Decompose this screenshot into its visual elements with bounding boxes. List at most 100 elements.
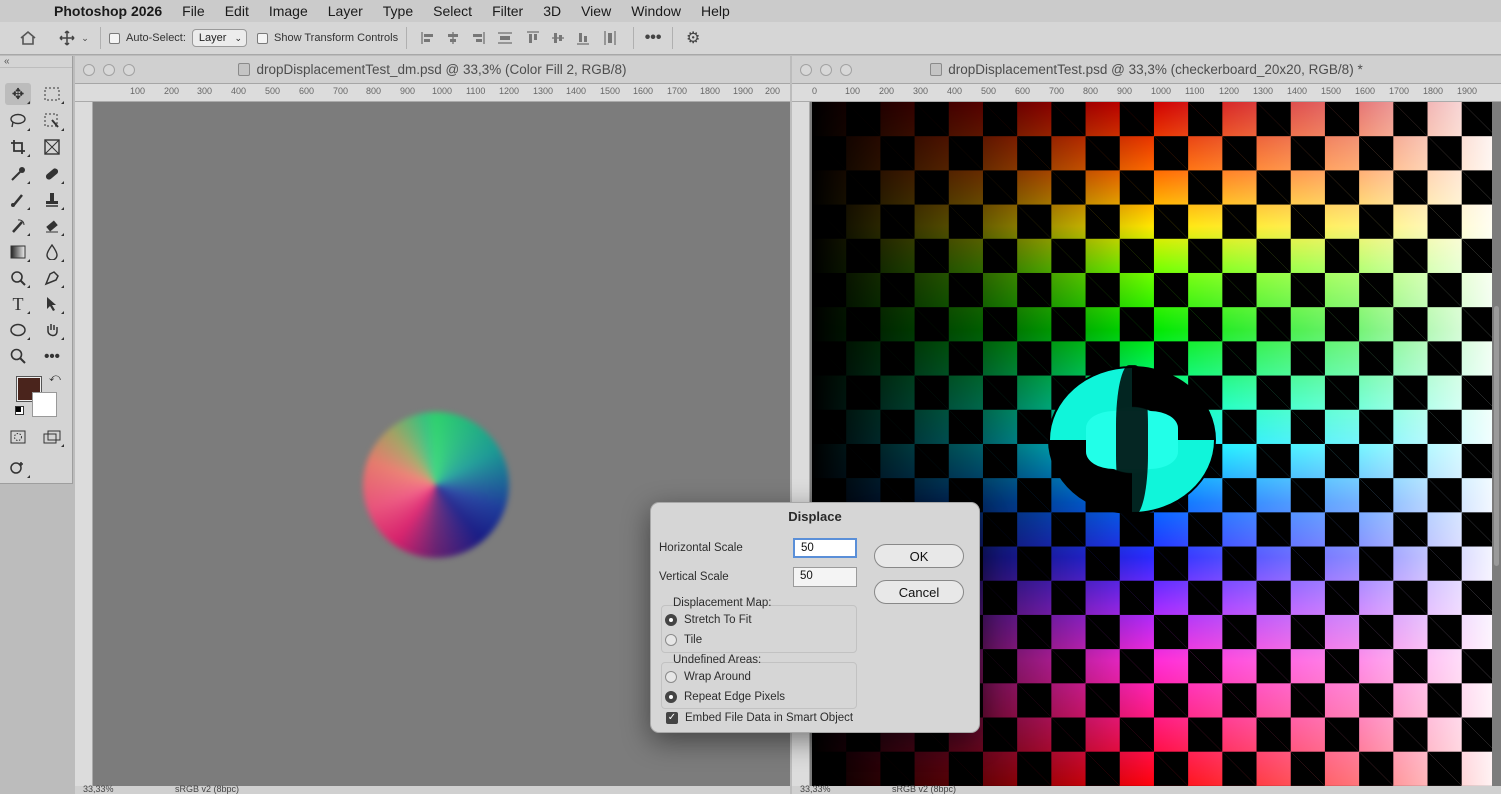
object-selection-icon[interactable]	[39, 110, 65, 132]
ruler-tick: 1300	[1253, 86, 1274, 96]
crop-tool-icon[interactable]	[5, 136, 31, 158]
menu-3d[interactable]: 3D	[543, 3, 561, 19]
tile-radio[interactable]	[665, 634, 677, 646]
vertical-ruler[interactable]	[75, 102, 93, 794]
minimize-window-button[interactable]	[820, 64, 832, 76]
align-top-icon[interactable]	[520, 31, 545, 45]
ruler-tick: 900	[1117, 86, 1133, 96]
horizontal-ruler[interactable]: 100 200 300 400 500 600 700 800 900 1000…	[75, 84, 790, 102]
ellipsis-icon[interactable]: •••	[642, 29, 664, 47]
zoom-window-button[interactable]	[123, 64, 135, 76]
healing-brush-icon[interactable]	[39, 163, 65, 185]
close-window-button[interactable]	[83, 64, 95, 76]
menu-app-name[interactable]: Photoshop 2026	[54, 3, 162, 19]
ok-button[interactable]: OK	[874, 544, 964, 568]
move-tool-icon[interactable]	[56, 30, 78, 46]
align-center-icon[interactable]	[440, 31, 465, 45]
embed-file-data-label[interactable]: Embed File Data in Smart Object	[685, 712, 853, 724]
default-colors-icon[interactable]	[15, 406, 24, 415]
distribute-icon[interactable]	[490, 31, 520, 45]
align-bottom-icon[interactable]	[570, 31, 595, 45]
eraser-icon[interactable]	[39, 215, 65, 237]
ruler-tick: 200	[164, 86, 180, 96]
horizontal-scale-input[interactable]: 50	[793, 538, 857, 558]
more-tools-icon[interactable]: •••	[39, 345, 65, 367]
eyedropper-icon[interactable]	[5, 163, 31, 185]
zoom-level[interactable]: 33,33%	[83, 784, 114, 794]
dodge-tool-icon[interactable]	[5, 267, 31, 289]
displaced-sphere-area	[1048, 365, 1216, 515]
menu-file[interactable]: File	[182, 3, 205, 19]
ellipse-tool-icon[interactable]	[5, 319, 31, 341]
hand-tool-icon[interactable]	[39, 319, 65, 341]
menu-help[interactable]: Help	[701, 3, 730, 19]
blur-tool-icon[interactable]	[39, 241, 65, 263]
cancel-button[interactable]: Cancel	[874, 580, 964, 604]
align-left-icon[interactable]	[415, 31, 440, 45]
zoom-window-button[interactable]	[840, 64, 852, 76]
edit-toolbar-icon[interactable]	[5, 457, 31, 479]
menu-view[interactable]: View	[581, 3, 611, 19]
zoom-level[interactable]: 33,33%	[800, 784, 831, 794]
ruler-tick: 400	[231, 86, 247, 96]
menu-select[interactable]: Select	[433, 3, 472, 19]
quick-mask-icon[interactable]	[5, 426, 31, 448]
chevron-down-icon[interactable]: ⌄	[78, 33, 92, 44]
ruler-tick: 1900	[1457, 86, 1478, 96]
menu-image[interactable]: Image	[269, 3, 308, 19]
repeat-edge-pixels-label[interactable]: Repeat Edge Pixels	[684, 691, 785, 703]
pen-tool-icon[interactable]	[39, 267, 65, 289]
distribute-vertical-icon[interactable]	[595, 30, 625, 46]
stretch-to-fit-label[interactable]: Stretch To Fit	[684, 614, 752, 626]
vertical-scale-label: Vertical Scale	[659, 571, 729, 583]
menu-layer[interactable]: Layer	[328, 3, 363, 19]
stretch-to-fit-radio[interactable]	[665, 614, 677, 626]
zoom-tool-icon[interactable]	[5, 345, 31, 367]
embed-file-data-checkbox[interactable]: ✓	[666, 712, 678, 724]
ruler-tick: 1700	[667, 86, 688, 96]
wrap-around-label[interactable]: Wrap Around	[684, 671, 751, 683]
document-tab[interactable]: dropDisplacementTest_dm.psd @ 33,3% (Col…	[75, 56, 790, 84]
tile-label[interactable]: Tile	[684, 634, 702, 646]
type-tool-icon[interactable]: T	[5, 293, 31, 315]
repeat-edge-pixels-radio[interactable]	[665, 691, 677, 703]
chevron-down-icon: ⌄	[234, 32, 242, 43]
brush-tool-icon[interactable]	[5, 189, 31, 211]
stamp-tool-icon[interactable]	[39, 189, 65, 211]
move-tool-icon[interactable]: ✥	[5, 83, 31, 105]
close-window-button[interactable]	[800, 64, 812, 76]
wrap-around-radio[interactable]	[665, 671, 677, 683]
document-tab[interactable]: dropDisplacementTest.psd @ 33,3% (checke…	[792, 56, 1501, 84]
home-icon[interactable]	[0, 30, 56, 46]
vertical-scrollbar[interactable]	[1494, 306, 1499, 566]
horizontal-ruler[interactable]: 0 100 200 300 400 500 600 700 800 900 10…	[792, 84, 1501, 102]
auto-select-checkbox[interactable]	[109, 32, 120, 44]
swap-colors-icon[interactable]: ⤺	[49, 372, 61, 385]
path-selection-icon[interactable]	[39, 293, 65, 315]
marquee-tool-icon[interactable]	[39, 83, 65, 105]
frame-tool-icon[interactable]	[39, 136, 65, 158]
ruler-tick: 900	[400, 86, 416, 96]
ruler-tick: 1000	[432, 86, 453, 96]
menu-edit[interactable]: Edit	[225, 3, 249, 19]
auto-select-dropdown[interactable]: Layer ⌄	[191, 29, 247, 47]
ruler-tick: 100	[130, 86, 146, 96]
align-middle-icon[interactable]	[545, 31, 570, 45]
gear-icon[interactable]: ⚙	[681, 28, 705, 48]
ruler-tick: 200	[879, 86, 895, 96]
ruler-tick: 400	[947, 86, 963, 96]
screen-mode-icon[interactable]	[39, 426, 65, 448]
history-brush-icon[interactable]	[5, 215, 31, 237]
vertical-scale-input[interactable]: 50	[793, 567, 857, 587]
ruler-tick: 1500	[600, 86, 621, 96]
minimize-window-button[interactable]	[103, 64, 115, 76]
background-color-swatch[interactable]	[32, 392, 57, 417]
menu-window[interactable]: Window	[631, 3, 681, 19]
menu-filter[interactable]: Filter	[492, 3, 523, 19]
lasso-tool-icon[interactable]	[5, 110, 31, 132]
panel-collapse-icon[interactable]: «	[0, 56, 72, 68]
gradient-tool-icon[interactable]	[5, 241, 31, 263]
show-transform-checkbox[interactable]	[257, 32, 268, 44]
menu-type[interactable]: Type	[383, 3, 413, 19]
align-right-icon[interactable]	[465, 31, 490, 45]
